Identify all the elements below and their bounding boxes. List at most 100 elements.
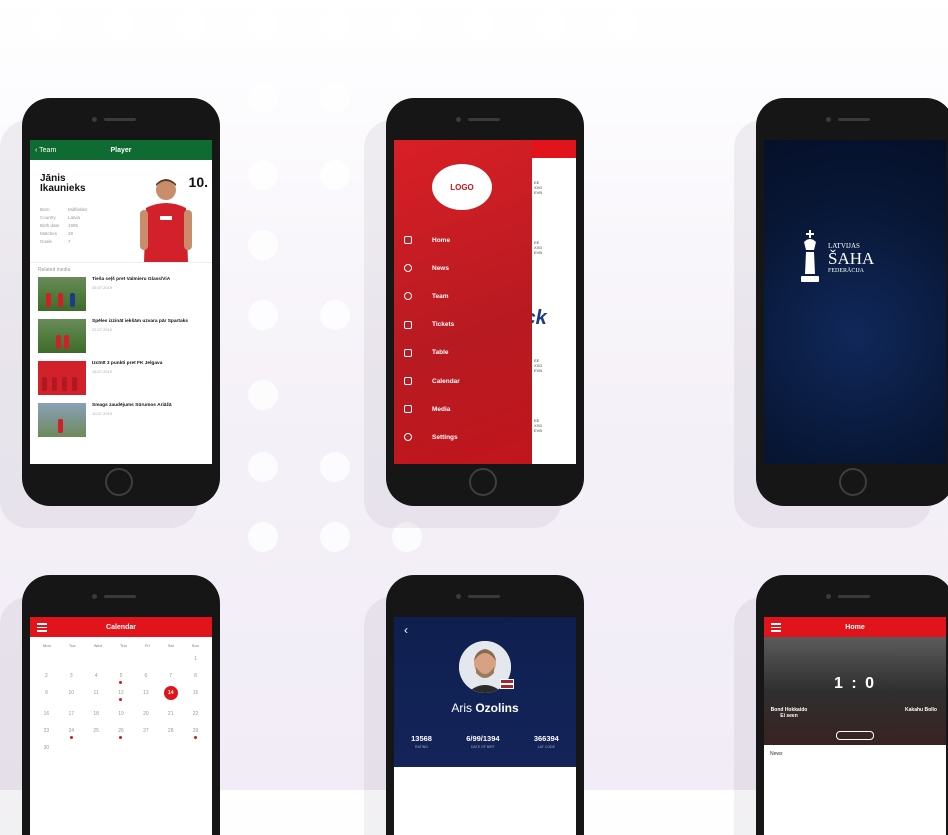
team-right: Kakahu Bollo — [905, 707, 937, 713]
calendar-day[interactable]: 29 — [183, 728, 208, 739]
calendar-day — [59, 656, 84, 662]
calendar-day[interactable]: 14 — [163, 686, 178, 700]
calendar-day[interactable]: 4 — [84, 673, 109, 679]
calendar-day[interactable]: 19 — [109, 711, 134, 717]
menu-item-news[interactable]: News — [404, 254, 460, 282]
phone-chess-player: ‹ Aris Ozolins 13568 RATING 6/99/1394 DATE… — [386, 575, 584, 835]
calendar-grid: 1 2 3 4 5 6 7 8 9 10 11 12 13 14 15 16 17 18 19 20 21 22 23 24 2… — [30, 648, 212, 759]
speaker — [838, 595, 870, 598]
bg-dot — [248, 10, 278, 40]
news-icon — [404, 264, 412, 273]
calendar-day[interactable]: 1 — [183, 656, 208, 662]
news-label: News — [770, 751, 783, 757]
home-button[interactable] — [105, 468, 133, 496]
bg-dot — [320, 300, 350, 330]
header-bar: Home — [764, 617, 946, 637]
calendar-day — [158, 656, 183, 662]
match-score: 1 : 0 — [833, 675, 876, 692]
calendar-day[interactable]: 7 — [158, 673, 183, 679]
calendar-day — [34, 656, 59, 662]
background-text: EE XXD EVB — [534, 358, 543, 373]
calendar-day[interactable]: 10 — [59, 690, 84, 700]
back-button[interactable]: ‹ — [404, 623, 408, 637]
calendar-day[interactable]: 6 — [133, 673, 158, 679]
calendar-day[interactable]: 30 — [34, 745, 59, 751]
news-item[interactable]: Tieša ceļš pret Valmieru Glass/ViA 26.07.… — [30, 277, 212, 319]
camera — [456, 594, 461, 599]
background-text: EE XXD EVB — [534, 180, 543, 195]
menu-list: Home News Team Tickets Table Calendar Me… — [404, 226, 460, 452]
back-button[interactable]: ‹ Team — [35, 147, 56, 154]
bg-dot — [392, 522, 422, 552]
calendar-day[interactable]: 12 — [109, 690, 134, 701]
calendar-day[interactable]: 3 — [59, 673, 84, 679]
calendar-day[interactable]: 9 — [34, 690, 59, 700]
menu-item-media[interactable]: Media — [404, 395, 460, 423]
calendar-day[interactable]: 28 — [158, 728, 183, 734]
screen: Calendar Mon Tue Wed Thu Fri Sat Sun 123456789… — [30, 617, 212, 835]
calendar-day[interactable]: 24 — [59, 728, 84, 739]
phone-calendar: Calendar Mon Tue Wed Thu Fri Sat Sun 123456789… — [22, 575, 220, 835]
calendar-day[interactable]: 8 — [183, 673, 208, 679]
news-thumbnail — [38, 319, 86, 353]
bg-dot — [320, 160, 350, 190]
menu-item-table[interactable]: Table — [404, 339, 460, 367]
match-hero[interactable]: 1 : 0 Bond Hokkaido Ei seen Kakahu Bollo — [764, 637, 946, 745]
table-icon — [404, 348, 412, 357]
player-photo — [140, 179, 192, 262]
calendar-day[interactable]: 18 — [84, 711, 109, 717]
federation-logo: LATVIJAS ŠAHA FEDERĀCIJA — [800, 230, 874, 286]
match-details-button[interactable] — [836, 731, 874, 740]
stat-lat-code: 366394 LAT CODE — [533, 734, 559, 749]
news-section: News — [764, 745, 946, 835]
menu-icon[interactable] — [771, 623, 781, 634]
news-item[interactable]: Smags zaudējums Sūrumos Ariāžā 10.07.2019 — [30, 403, 212, 445]
play-icon — [404, 405, 412, 414]
calendar-day[interactable]: 13 — [133, 690, 158, 700]
camera — [456, 117, 461, 122]
menu-icon[interactable] — [37, 623, 47, 634]
calendar-icon — [404, 377, 412, 386]
calendar-day[interactable]: 27 — [133, 728, 158, 734]
calendar-day[interactable]: 2 — [34, 673, 59, 679]
calendar-day[interactable]: 25 — [84, 728, 109, 734]
calendar-day[interactable]: 15 — [183, 690, 208, 700]
calendar-day[interactable]: 16 — [34, 711, 59, 717]
home-button[interactable] — [839, 468, 867, 496]
menu-item-calendar[interactable]: Calendar — [404, 367, 460, 395]
menu-item-team[interactable]: Team — [404, 282, 460, 310]
news-title: Spēles izzināt iekšām uzvara pār Spartak… — [92, 319, 188, 324]
bg-dot — [32, 10, 62, 40]
calendar-day[interactable]: 22 — [183, 711, 208, 717]
bg-dot — [104, 10, 134, 40]
speaker — [104, 595, 136, 598]
header-bar: Calendar — [30, 617, 212, 637]
news-item[interactable]: Spēles izzināt iekšām uzvara pār Spartak… — [30, 319, 212, 361]
player-header: Jānis Ikaunieks 10. Born Midfielder Count… — [30, 160, 212, 263]
calendar-day[interactable]: 26 — [109, 728, 134, 739]
calendar-day[interactable]: 11 — [84, 690, 109, 700]
bg-dot — [248, 82, 278, 112]
menu-item-settings[interactable]: Settings — [404, 423, 460, 451]
info-row: Born Midfielder — [40, 207, 88, 212]
calendar-day[interactable]: 20 — [133, 711, 158, 717]
calendar-day — [183, 745, 208, 751]
news-thumbnail — [38, 361, 86, 395]
calendar-day — [133, 745, 158, 751]
phone-side-menu: EE XXD EVB EE XXD EVB ick EE XXD EVB EE XXD EVB … — [386, 98, 584, 506]
calendar-day[interactable]: 23 — [34, 728, 59, 734]
calendar-day[interactable]: 5 — [109, 673, 134, 684]
news-item[interactable]: Izcīnīt 3 punkti pret FK Jelgava 18.07.20… — [30, 361, 212, 403]
calendar-day[interactable]: 21 — [158, 711, 183, 717]
bg-dot — [248, 230, 278, 260]
home-button[interactable] — [469, 468, 497, 496]
menu-item-tickets[interactable]: Tickets — [404, 311, 460, 339]
news-thumbnail — [38, 403, 86, 437]
screen: EE XXD EVB EE XXD EVB ick EE XXD EVB EE XXD EVB … — [394, 140, 576, 464]
player-name: Jānis Ikaunieks — [40, 173, 86, 194]
bg-dot — [320, 82, 350, 112]
calendar-day — [109, 745, 134, 751]
side-drawer: LOGO Home News Team Tickets Table Calend… — [394, 140, 532, 464]
calendar-day[interactable]: 17 — [59, 711, 84, 717]
menu-item-home[interactable]: Home — [404, 226, 460, 254]
